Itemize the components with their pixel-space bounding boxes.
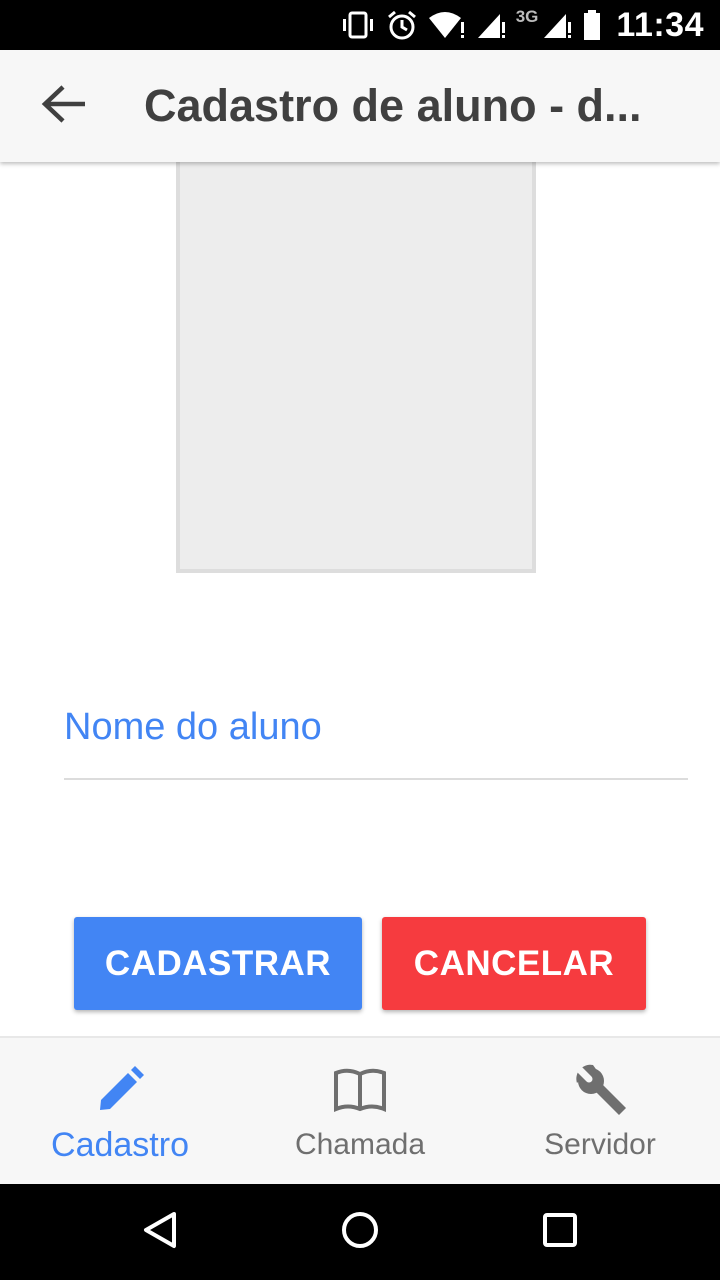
system-home-button[interactable] <box>330 1202 390 1262</box>
register-button[interactable]: CADASTRAR <box>74 917 362 1010</box>
signal-icon <box>542 10 572 40</box>
system-navigation-bar <box>0 1184 720 1280</box>
cancel-button[interactable]: CANCELAR <box>382 917 646 1010</box>
back-triangle-icon <box>140 1210 180 1255</box>
nav-item-servidor[interactable]: Servidor <box>480 1038 720 1184</box>
arrow-back-icon <box>41 83 87 130</box>
student-name-input[interactable] <box>64 690 688 764</box>
status-icons: 3G <box>340 7 603 41</box>
student-photo[interactable] <box>176 162 536 573</box>
recents-square-icon <box>540 1210 580 1255</box>
battery-icon <box>582 9 602 41</box>
nav-item-cadastro[interactable]: Cadastro <box>0 1038 240 1184</box>
alarm-icon <box>386 9 418 41</box>
signal-icon <box>476 10 506 40</box>
pencil-icon <box>94 1064 146 1121</box>
status-time: 11:34 <box>616 5 704 44</box>
app-bar: Cadastro de aluno - d... <box>0 50 720 162</box>
network-type-label: 3G <box>515 7 539 26</box>
page-title: Cadastro de aluno - d... <box>144 80 642 131</box>
system-recents-button[interactable] <box>530 1202 590 1262</box>
book-icon <box>333 1067 387 1118</box>
status-bar: 3G 11:34 <box>0 0 720 50</box>
wrench-icon <box>571 1061 629 1124</box>
back-button[interactable] <box>34 76 94 136</box>
wifi-icon <box>428 10 466 40</box>
system-back-button[interactable] <box>130 1202 190 1262</box>
nav-label: Servidor <box>544 1128 656 1161</box>
student-name-field <box>64 690 688 780</box>
bottom-navigation: Cadastro Chamada Servidor <box>0 1036 720 1184</box>
nav-label: Chamada <box>294 1128 426 1161</box>
input-underline <box>64 778 688 780</box>
nav-item-chamada[interactable]: Chamada <box>240 1038 480 1184</box>
nav-label: Cadastro <box>51 1126 189 1164</box>
home-circle-icon <box>340 1210 380 1255</box>
vibrate-icon <box>340 10 376 40</box>
